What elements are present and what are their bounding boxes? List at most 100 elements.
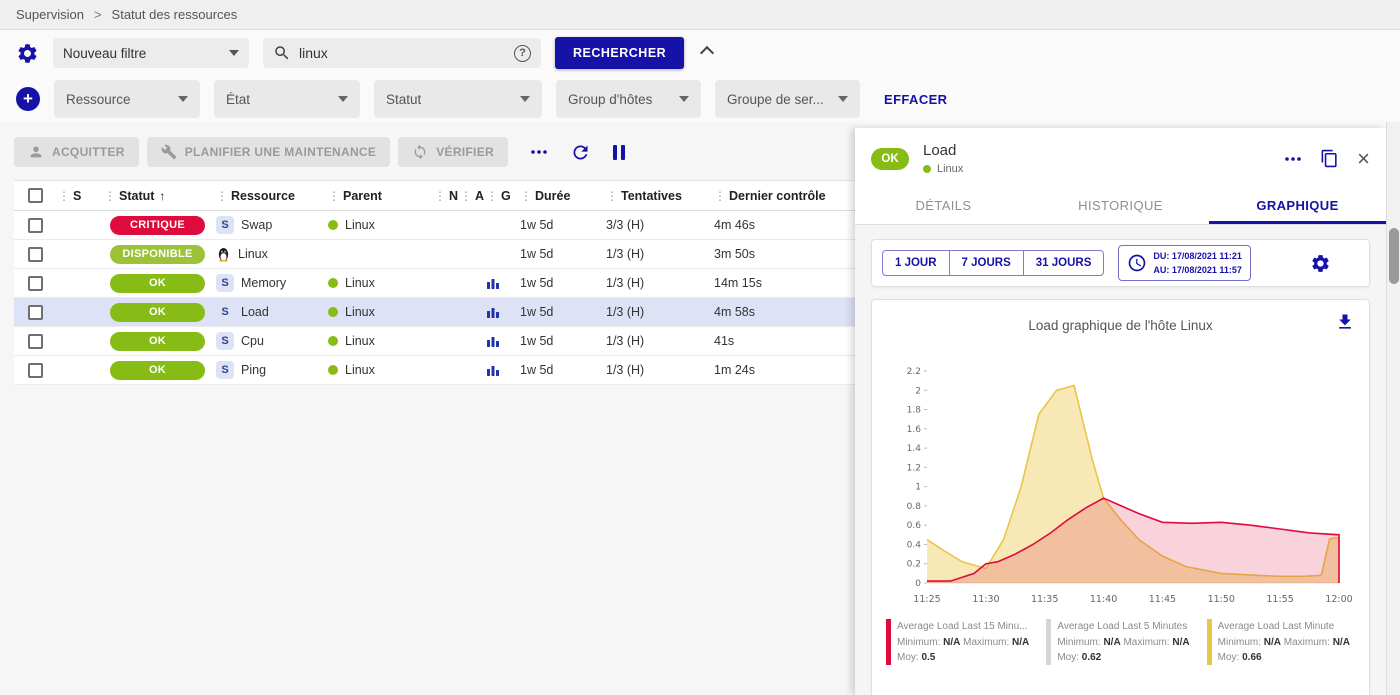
parent-name[interactable]: Linux <box>345 334 375 348</box>
row-checkbox[interactable] <box>28 218 43 233</box>
svg-text:11:30: 11:30 <box>972 594 999 605</box>
acknowledge-button[interactable]: ACQUITTER <box>14 137 139 167</box>
scrollbar[interactable] <box>1386 122 1400 695</box>
resource-name[interactable]: Memory <box>241 276 286 290</box>
column-severity[interactable]: S <box>58 189 104 203</box>
filter-select[interactable]: Nouveau filtre <box>53 38 249 68</box>
drag-handle-icon[interactable] <box>460 189 472 203</box>
range-1day-button[interactable]: 1 JOUR <box>882 250 950 276</box>
row-checkbox[interactable] <box>28 334 43 349</box>
refresh-icon[interactable] <box>570 142 591 163</box>
help-icon[interactable] <box>514 45 531 62</box>
legend-text: Average Load Last MinuteMinimum: N/A Max… <box>1218 619 1350 666</box>
chevron-up-icon[interactable] <box>700 46 714 60</box>
table-header: S Statut Ressource Parent N A G Durée Te… <box>14 181 855 211</box>
drag-handle-icon[interactable] <box>434 189 446 203</box>
chip-servicegroups[interactable]: Groupe de ser... <box>715 80 860 118</box>
search-input[interactable] <box>299 45 506 61</box>
check-button[interactable]: VÉRIFIER <box>398 137 508 167</box>
search-box[interactable] <box>263 38 541 68</box>
column-last-check[interactable]: Dernier contrôle <box>714 189 855 203</box>
parent-name[interactable]: Linux <box>345 218 375 232</box>
svg-text:0: 0 <box>915 579 921 589</box>
graph-icon[interactable] <box>486 276 500 290</box>
search-icon <box>273 44 291 62</box>
last-check-cell: 4m 58s <box>714 305 855 319</box>
column-status[interactable]: Statut <box>104 189 216 203</box>
tries-cell: 1/3 (H) <box>606 247 714 261</box>
table-row[interactable]: DISPONIBLE S Linux 1w 5d 1/3 (H) 3m 50s <box>14 240 855 269</box>
column-n[interactable]: N <box>434 189 460 203</box>
svg-text:0.4: 0.4 <box>906 541 921 551</box>
drag-handle-icon[interactable] <box>216 189 228 203</box>
select-all-checkbox[interactable] <box>28 188 43 203</box>
close-icon[interactable] <box>1357 148 1370 170</box>
breadcrumb-supervision[interactable]: Supervision <box>16 7 84 22</box>
drag-handle-icon[interactable] <box>328 189 340 203</box>
svg-text:2: 2 <box>915 386 921 396</box>
row-checkbox[interactable] <box>28 363 43 378</box>
graph-icon[interactable] <box>486 305 500 319</box>
chip-status[interactable]: Statut <box>374 80 542 118</box>
table-row[interactable]: OK S Load Linux 1w 5d 1/3 (H) 4m 58s <box>14 298 855 327</box>
filters-gear-icon[interactable] <box>16 42 39 65</box>
graph-icon[interactable] <box>486 334 500 348</box>
more-actions-icon[interactable] <box>1284 156 1302 162</box>
column-g[interactable]: G <box>486 189 520 203</box>
range-button-group: 1 JOUR 7 JOURS 31 JOURS <box>882 250 1104 276</box>
add-criteria-icon[interactable] <box>16 87 40 111</box>
row-checkbox[interactable] <box>28 276 43 291</box>
resource-name[interactable]: Load <box>241 305 269 319</box>
graph-settings-gear-icon[interactable] <box>1310 253 1331 274</box>
range-7days-button[interactable]: 7 JOURS <box>949 250 1024 276</box>
table-row[interactable]: OK S Memory Linux 1w 5d 1/3 (H) 14m 15s <box>14 269 855 298</box>
drag-handle-icon[interactable] <box>58 189 70 203</box>
drag-handle-icon[interactable] <box>104 189 116 203</box>
table-row[interactable]: CRITIQUE S Swap Linux 1w 5d 3/3 (H) 4m 4… <box>14 211 855 240</box>
drag-handle-icon[interactable] <box>714 189 726 203</box>
column-parent[interactable]: Parent <box>328 189 434 203</box>
resource-name[interactable]: Ping <box>241 363 266 377</box>
column-a[interactable]: A <box>460 189 486 203</box>
table-row[interactable]: OK S Cpu Linux 1w 5d 1/3 (H) 41s <box>14 327 855 356</box>
chip-hostgroups[interactable]: Group d'hôtes <box>556 80 701 118</box>
scrollbar-thumb[interactable] <box>1389 228 1399 284</box>
resource-name[interactable]: Linux <box>238 247 268 261</box>
pause-icon[interactable] <box>613 145 625 160</box>
parent-name[interactable]: Linux <box>345 363 375 377</box>
range-31days-button[interactable]: 31 JOURS <box>1023 250 1105 276</box>
download-icon[interactable] <box>1335 312 1355 332</box>
chevron-down-icon <box>838 96 848 102</box>
tab-graph[interactable]: GRAPHIQUE <box>1209 187 1386 224</box>
column-tries[interactable]: Tentatives <box>606 189 714 203</box>
parent-status-dot <box>328 220 338 230</box>
resource-name[interactable]: Swap <box>241 218 272 232</box>
resource-name[interactable]: Cpu <box>241 334 264 348</box>
more-actions-icon[interactable] <box>530 149 548 155</box>
table-row[interactable]: OK S Ping Linux 1w 5d 1/3 (H) 1m 24s <box>14 356 855 385</box>
column-duration[interactable]: Durée <box>520 189 606 203</box>
copy-link-icon[interactable] <box>1320 149 1339 168</box>
drag-handle-icon[interactable] <box>486 189 498 203</box>
row-checkbox[interactable] <box>28 305 43 320</box>
maintenance-button[interactable]: PLANIFIER UNE MAINTENANCE <box>147 137 391 167</box>
parent-name[interactable]: Linux <box>345 276 375 290</box>
tab-history[interactable]: HISTORIQUE <box>1032 187 1209 224</box>
legend-item[interactable]: Average Load Last 5 MinutesMinimum: N/A … <box>1046 619 1194 666</box>
legend-item[interactable]: Average Load Last MinuteMinimum: N/A Max… <box>1207 619 1355 666</box>
legend-item[interactable]: Average Load Last 15 Minu...Minimum: N/A… <box>886 619 1034 666</box>
search-button[interactable]: RECHERCHER <box>555 37 684 69</box>
sort-asc-icon[interactable] <box>159 189 165 203</box>
drag-handle-icon[interactable] <box>520 189 532 203</box>
date-range-chip[interactable]: DU: 17/08/2021 11:21 AU: 17/08/2021 11:5… <box>1118 245 1251 281</box>
graph-icon[interactable] <box>486 363 500 377</box>
tab-details[interactable]: DÉTAILS <box>855 187 1032 224</box>
row-checkbox[interactable] <box>28 247 43 262</box>
tries-cell: 1/3 (H) <box>606 305 714 319</box>
drag-handle-icon[interactable] <box>606 189 618 203</box>
chip-resource[interactable]: Ressource <box>54 80 200 118</box>
clear-filters-button[interactable]: EFFACER <box>884 92 947 107</box>
column-resource[interactable]: Ressource <box>216 189 328 203</box>
parent-name[interactable]: Linux <box>345 305 375 319</box>
chip-state[interactable]: État <box>214 80 360 118</box>
